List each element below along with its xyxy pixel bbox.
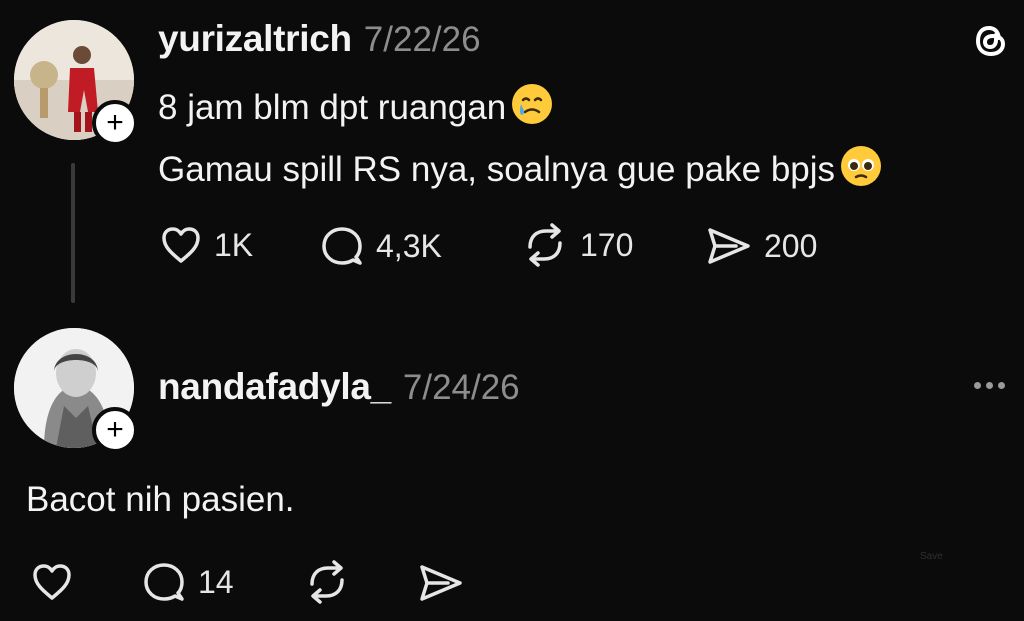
save-label[interactable]: Save — [920, 551, 943, 562]
share-count: 200 — [764, 227, 818, 264]
more-options-icon[interactable] — [974, 382, 1005, 389]
threads-logo-icon[interactable] — [968, 18, 1014, 69]
username[interactable]: yurizaltrich — [158, 18, 352, 60]
post-text-line-2: Gamau spill RS nya, soalnya gue pake bpj… — [158, 144, 883, 194]
post-date: 7/22/26 — [363, 20, 481, 59]
heart-icon — [162, 227, 200, 263]
share-button[interactable] — [418, 562, 464, 604]
post-date: 7/24/26 — [402, 368, 520, 407]
post-header: nandafadyla_ 7/24/26 — [158, 366, 520, 408]
face-holding-back-tears-icon — [510, 82, 554, 132]
comment-icon — [144, 563, 184, 601]
repost-icon — [528, 223, 562, 267]
reply-count: 4,3K — [376, 227, 442, 264]
like-button[interactable]: 1K — [160, 225, 253, 265]
thread-connector-line — [71, 163, 75, 303]
like-button[interactable] — [30, 562, 74, 602]
post-text: 8 jam blm dpt ruangan — [158, 87, 507, 127]
share-button[interactable]: 200 — [706, 225, 817, 267]
comment-icon — [322, 227, 362, 265]
reply-count: 14 — [198, 563, 234, 600]
heart-icon — [33, 564, 71, 600]
follow-button[interactable]: + — [92, 100, 138, 146]
post-text: Gamau spill RS nya, soalnya gue pake bpj… — [158, 149, 836, 189]
follow-button[interactable]: + — [92, 407, 138, 453]
repost-button[interactable] — [304, 560, 350, 604]
post-text-line-1: 8 jam blm dpt ruangan — [158, 82, 554, 132]
post-text: Bacot nih pasien. — [26, 480, 295, 519]
repost-count: 170 — [580, 226, 634, 263]
reply-button[interactable]: 4,3K — [320, 225, 442, 267]
reply-button[interactable]: 14 — [142, 561, 234, 603]
username[interactable]: nandafadyla_ — [158, 366, 391, 408]
repost-button[interactable]: 170 — [522, 223, 633, 267]
like-count: 1K — [214, 226, 254, 263]
post-header: yurizaltrich 7/22/26 — [158, 18, 481, 60]
send-icon — [708, 228, 750, 264]
send-icon — [420, 565, 462, 601]
repost-icon — [310, 560, 344, 604]
pleading-face-icon — [839, 144, 883, 194]
